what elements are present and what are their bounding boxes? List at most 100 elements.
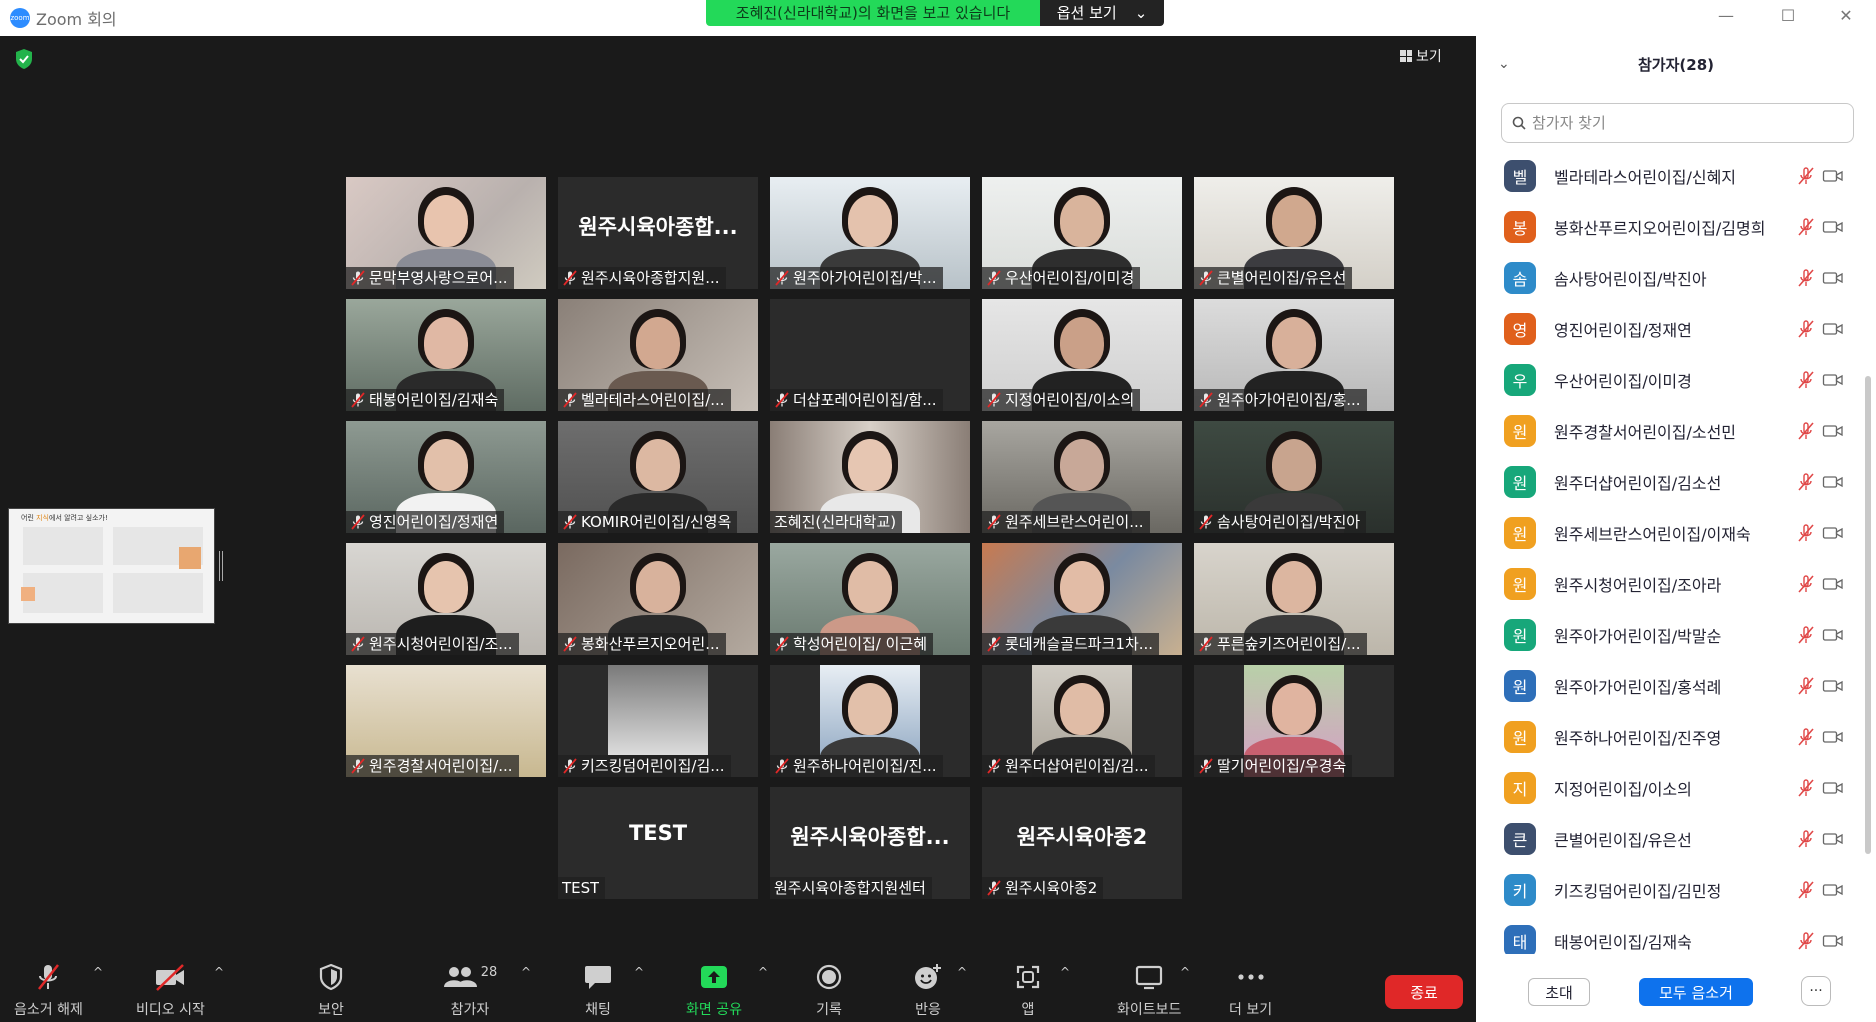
thumbnail-resize-handle[interactable] [219,551,223,581]
participant-list-item[interactable]: 솜 솜사탕어린이집/박진아 [1476,252,1866,303]
mic-muted-icon[interactable] [1796,370,1816,390]
participants-button[interactable]: 28 참가자 [440,961,500,1019]
video-off-icon[interactable] [1822,933,1844,949]
mic-muted-icon[interactable] [1796,880,1816,900]
view-options-button[interactable]: 옵션 보기 ⌄ [1040,0,1164,26]
video-off-icon[interactable] [1822,780,1844,796]
participant-video-tile[interactable]: 학성어린이집/ 이근혜 [770,543,970,655]
panel-more-button[interactable]: ··· [1801,976,1831,1006]
participant-video-tile[interactable]: 롯데캐슬골드파크1차... [982,543,1182,655]
whiteboard-caret-icon[interactable]: ^ [1180,965,1190,979]
participants-caret-icon[interactable]: ^ [521,965,531,979]
mic-muted-icon[interactable] [1796,217,1816,237]
video-off-icon[interactable] [1822,474,1844,490]
video-off-icon[interactable] [1822,372,1844,388]
participant-video-tile[interactable]: 원주더샵어린이집/김... [982,665,1182,777]
participant-list-item[interactable]: 태 태봉어린이집/김재숙 [1476,915,1866,954]
audio-options-caret-icon[interactable]: ^ [93,965,103,979]
participant-list-item[interactable]: 원 원주경찰서어린이집/소선민 [1476,405,1866,456]
mic-muted-icon[interactable] [1796,778,1816,798]
participant-video-tile[interactable]: TEST TEST [558,787,758,899]
video-off-icon[interactable] [1822,525,1844,541]
share-screen-button[interactable]: 화면 공유 [686,961,742,1019]
participant-video-tile[interactable]: 벨라테라스어린이집/... [558,299,758,411]
video-off-icon[interactable] [1822,576,1844,592]
participant-list-scrollbar[interactable] [1865,376,1871,854]
security-button[interactable]: 보안 [314,961,348,1019]
whiteboard-button[interactable]: 화이트보드 [1117,961,1181,1019]
participant-video-tile[interactable]: 영진어린이집/정재연 [346,421,546,533]
mic-muted-icon[interactable] [1796,166,1816,186]
participant-list[interactable]: 벨 벨라테라스어린이집/신혜지 봉 봉화산푸르지오어린이집/김명희 솜 솜사탕어린이집/박… [1476,150,1866,954]
participant-list-item[interactable]: 봉 봉화산푸르지오어린이집/김명희 [1476,201,1866,252]
start-video-button[interactable]: 비디오 시작 [136,961,205,1019]
participant-list-item[interactable]: 원 원주아가어린이집/박말순 [1476,609,1866,660]
share-options-caret-icon[interactable]: ^ [758,965,768,979]
participant-list-item[interactable]: 지 지정어린이집/이소의 [1476,762,1866,813]
video-off-icon[interactable] [1822,321,1844,337]
video-off-icon[interactable] [1822,882,1844,898]
video-off-icon[interactable] [1822,168,1844,184]
participant-list-item[interactable]: 영 영진어린이집/정재연 [1476,303,1866,354]
video-off-icon[interactable] [1822,219,1844,235]
participant-video-tile[interactable]: 원주시육아종2 원주시육아종2 [982,787,1182,899]
close-button[interactable]: ✕ [1820,0,1872,30]
more-button[interactable]: 더 보기 [1229,961,1272,1019]
participant-video-tile[interactable]: 봉화산푸르지오어린... [558,543,758,655]
participant-list-item[interactable]: 우 우산어린이집/이미경 [1476,354,1866,405]
mic-muted-icon[interactable] [1796,268,1816,288]
participant-video-tile[interactable]: 키즈킹덤어린이집/김... [558,665,758,777]
participant-list-item[interactable]: 원 원주아가어린이집/홍석례 [1476,660,1866,711]
video-off-icon[interactable] [1822,423,1844,439]
participant-video-tile[interactable]: 솜사탕어린이집/박진아 [1194,421,1394,533]
participant-video-tile[interactable]: 원주시육아종합... 원주시육아종합지원센터 [770,787,970,899]
record-button[interactable]: 기록 [812,961,846,1019]
participant-video-tile[interactable]: 더샵포레어린이집/함... [770,299,970,411]
participant-video-tile[interactable]: 지정어린이집/이소의 [982,299,1182,411]
participant-video-tile[interactable]: 원주세브란스어린이... [982,421,1182,533]
reactions-caret-icon[interactable]: ^ [957,965,967,979]
video-options-caret-icon[interactable]: ^ [214,965,224,979]
view-button[interactable]: 보기 [1400,46,1442,66]
mic-muted-icon[interactable] [1796,676,1816,696]
mic-muted-icon[interactable] [1796,727,1816,747]
apps-button[interactable]: 앱 [1011,961,1045,1019]
participant-video-tile[interactable]: 원주하나어린이집/진... [770,665,970,777]
video-off-icon[interactable] [1822,627,1844,643]
shared-screen-thumbnail[interactable]: 어린 지식에서 알려고 싶소가! [8,508,215,624]
invite-button[interactable]: 초대 [1528,978,1590,1006]
participant-video-tile[interactable]: 원주경찰서어린이집/... [346,665,546,777]
unmute-button[interactable]: 음소거 해제 [14,961,83,1019]
mute-all-button[interactable]: 모두 음소거 [1639,978,1753,1006]
chat-button[interactable]: 채팅 [581,961,615,1019]
video-off-icon[interactable] [1822,678,1844,694]
participant-list-item[interactable]: 원 원주더샵어린이집/김소선 [1476,456,1866,507]
mic-muted-icon[interactable] [1796,574,1816,594]
video-off-icon[interactable] [1822,270,1844,286]
participant-video-tile[interactable]: 딸기어린이집/우경숙 [1194,665,1394,777]
participant-video-tile[interactable]: 원주아가어린이집/홍... [1194,299,1394,411]
participant-video-tile[interactable]: 푸른숲키즈어린이집/... [1194,543,1394,655]
participant-video-tile[interactable]: KOMIR어린이집/신영옥 [558,421,758,533]
participant-list-item[interactable]: 키 키즈킹덤어린이집/김민정 [1476,864,1866,915]
participant-list-item[interactable]: 큰 큰별어린이집/유은선 [1476,813,1866,864]
mic-muted-icon[interactable] [1796,523,1816,543]
chat-caret-icon[interactable]: ^ [634,965,644,979]
encryption-shield-icon[interactable] [14,48,34,70]
video-off-icon[interactable] [1822,831,1844,847]
participant-video-tile[interactable]: 조혜진(신라대학교) [770,421,970,533]
mic-muted-icon[interactable] [1796,931,1816,951]
participant-list-item[interactable]: 벨 벨라테라스어린이집/신혜지 [1476,150,1866,201]
mic-muted-icon[interactable] [1796,421,1816,441]
apps-caret-icon[interactable]: ^ [1060,965,1070,979]
mic-muted-icon[interactable] [1796,472,1816,492]
mic-muted-icon[interactable] [1796,829,1816,849]
participant-search[interactable] [1501,103,1854,143]
participant-video-tile[interactable]: 큰별어린이집/유은선 [1194,177,1394,289]
reactions-button[interactable]: 반응 [911,961,945,1019]
participant-video-tile[interactable]: 원주시육아종합... 원주시육아종합지원... [558,177,758,289]
participant-list-item[interactable]: 원 원주세브란스어린이집/이재숙 [1476,507,1866,558]
minimize-button[interactable]: — [1700,0,1752,30]
participant-list-item[interactable]: 원 원주하나어린이집/진주영 [1476,711,1866,762]
participant-search-input[interactable] [1532,114,1832,132]
